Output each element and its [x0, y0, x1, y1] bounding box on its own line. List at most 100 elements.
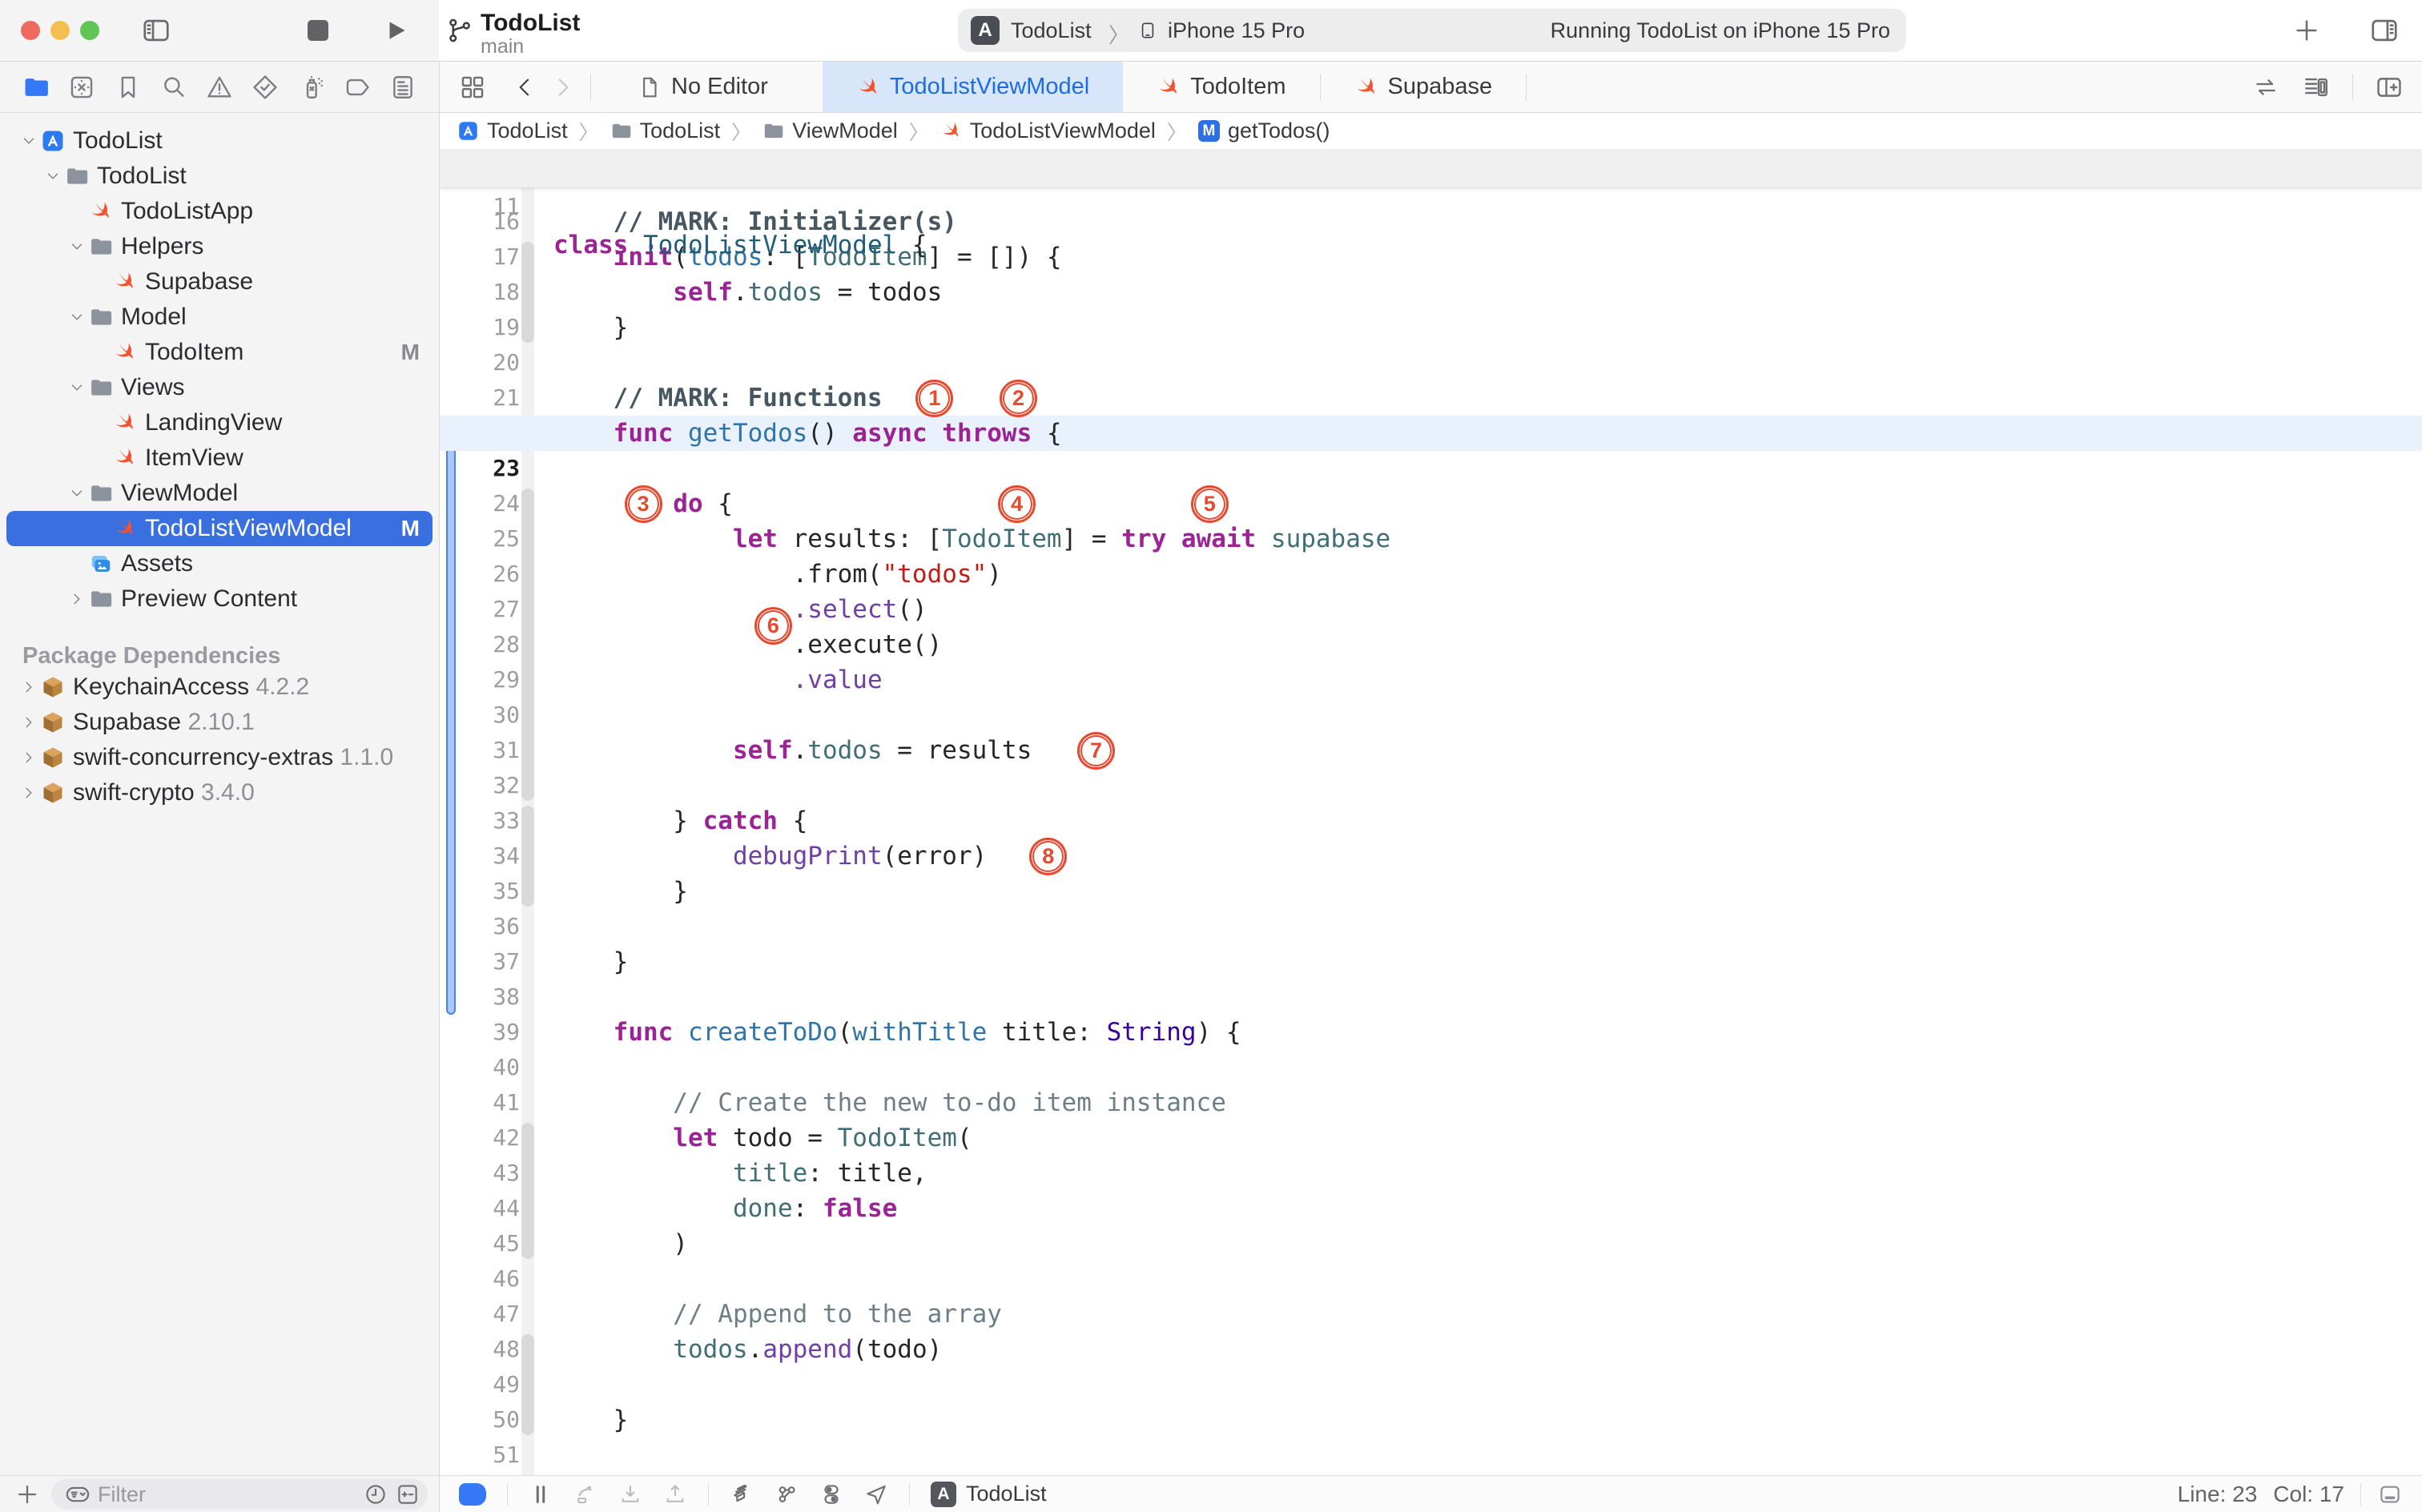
sidebar-item-Assets[interactable]: Assets [0, 546, 439, 581]
code-line-38[interactable]: 38 } [440, 944, 2422, 979]
code-line-27[interactable]: 27 .from("todos") [440, 557, 2422, 592]
zoom-window-button[interactable] [80, 21, 99, 40]
minimized-view-icon[interactable] [2377, 1482, 2403, 1506]
code-line-25[interactable]: 25 do { [440, 486, 2422, 521]
scheme-name[interactable]: TodoList [1011, 18, 1092, 43]
toggle-navigator-icon[interactable] [141, 15, 171, 46]
code-line-40[interactable]: 40 func createToDo(withTitle title: Stri… [440, 1015, 2422, 1050]
sidebar-item-TodoListViewModel[interactable]: TodoListViewModel M [0, 511, 439, 546]
code-line-19[interactable]: 19 self.todos = todos [440, 275, 2422, 310]
source-control-navigator-icon[interactable] [68, 74, 95, 101]
package-item-Supabase[interactable]: Supabase 2.10.1 [0, 705, 439, 740]
code-area[interactable]: 16 17 // MARK: Initializer(s) 18 init(to… [440, 113, 2422, 1475]
code-line-41[interactable]: 41 [440, 1050, 2422, 1085]
tab-Supabase[interactable]: Supabase [1321, 62, 1527, 112]
code-line-50[interactable]: 50 [440, 1367, 2422, 1402]
sidebar-item-TodoList[interactable]: TodoList [0, 159, 439, 194]
code-line-51[interactable]: 51 } [440, 1402, 2422, 1438]
code-line-21[interactable]: 21 [440, 345, 2422, 380]
deploy-preview-icon[interactable] [573, 1482, 597, 1506]
filter-field[interactable] [51, 1479, 428, 1510]
sidebar-item-ViewModel[interactable]: ViewModel [0, 476, 439, 511]
package-item-swift-concurrency-extras[interactable]: swift-concurrency-extras 1.1.0 [0, 740, 439, 775]
breadcrumb-item[interactable]: MgetTodos() [1198, 119, 1330, 143]
tab-TodoItem[interactable]: TodoItem [1123, 62, 1319, 112]
sidebar-item-Preview-Content[interactable]: Preview Content [0, 581, 439, 617]
code-line-43[interactable]: 43 let todo = TodoItem( [440, 1120, 2422, 1156]
code-line-28[interactable]: 28 .select() [440, 592, 2422, 627]
package-item-swift-crypto[interactable]: swift-crypto 3.4.0 [0, 775, 439, 810]
editor-options-icon[interactable] [2301, 74, 2331, 101]
disclosure-open-icon[interactable] [44, 167, 62, 185]
canvas-pause-icon[interactable] [529, 1482, 553, 1506]
code-line-47[interactable]: 47 [440, 1261, 2422, 1297]
filter-input[interactable] [96, 1482, 332, 1508]
package-item-KeychainAccess[interactable]: KeychainAccess 4.2.2 [0, 670, 439, 705]
disclosure-open-icon[interactable] [68, 379, 86, 396]
bookmarks-navigator-icon[interactable] [115, 74, 142, 101]
project-navigator-icon[interactable] [22, 74, 50, 101]
activity-status-bar[interactable]: A TodoList 〉 iPhone 15 Pro Running TodoL… [958, 9, 1906, 52]
breadcrumb-item[interactable]: TodoList [610, 119, 721, 143]
sidebar-item-TodoList[interactable]: TodoList [0, 123, 439, 159]
recents-clock-icon[interactable] [364, 1482, 388, 1506]
code-line-30[interactable]: 30 .value [440, 662, 2422, 698]
code-line-26[interactable]: 26 let results: [TodoItem] = try await s… [440, 521, 2422, 557]
hierarchy-icon[interactable] [774, 1482, 799, 1506]
code-line-29[interactable]: 29 .execute() [440, 627, 2422, 662]
toggle-inspector-icon[interactable] [2368, 15, 2401, 46]
go-forward-icon[interactable] [550, 75, 574, 99]
tests-navigator-icon[interactable] [251, 74, 279, 101]
tab-TodoListViewModel[interactable]: TodoListViewModel [823, 62, 1123, 112]
sidebar-item-TodoItem[interactable]: TodoItem M [0, 335, 439, 370]
sidebar-item-LandingView[interactable]: LandingView [0, 405, 439, 440]
tab-no-editor[interactable]: No Editor [604, 62, 802, 112]
editor-only-layout-button[interactable] [459, 1483, 486, 1506]
minimize-window-button[interactable] [50, 21, 70, 40]
close-window-button[interactable] [21, 21, 40, 40]
code-line-20[interactable]: 20 } [440, 310, 2422, 345]
code-line-22[interactable]: 22 // MARK: Functions [440, 380, 2422, 416]
disclosure-closed-icon[interactable] [20, 678, 38, 696]
code-line-48[interactable]: 48 // Append to the array [440, 1297, 2422, 1332]
push-changes-icon[interactable] [663, 1482, 687, 1506]
disclosure-closed-icon[interactable] [20, 749, 38, 766]
pull-changes-icon[interactable] [618, 1482, 642, 1506]
code-line-37[interactable]: 37 [440, 909, 2422, 944]
find-navigator-icon[interactable] [160, 74, 187, 101]
sidebar-item-TodoListApp[interactable]: TodoListApp [0, 194, 439, 229]
breakpoints-navigator-icon[interactable] [344, 74, 371, 101]
disclosure-closed-icon[interactable] [68, 590, 86, 608]
sidebar-item-Supabase[interactable]: Supabase [0, 264, 439, 300]
reports-navigator-icon[interactable] [389, 74, 416, 101]
code-line-33[interactable]: 33 [440, 768, 2422, 803]
code-line-35[interactable]: 35 debugPrint(error) [440, 838, 2422, 874]
sidebar-item-Model[interactable]: Model [0, 300, 439, 335]
code-line-42[interactable]: 42 // Create the new to-do item instance [440, 1085, 2422, 1120]
stacked-pages-icon[interactable] [730, 1482, 754, 1506]
run-button[interactable] [383, 17, 410, 44]
disclosure-closed-icon[interactable] [20, 784, 38, 802]
breadcrumb-item[interactable]: TodoListViewModel [940, 119, 1156, 143]
sidebar-item-Helpers[interactable]: Helpers [0, 229, 439, 264]
filter-menu-icon[interactable] [59, 1482, 96, 1506]
add-editor-icon[interactable] [2374, 74, 2404, 101]
disclosure-open-icon[interactable] [68, 238, 86, 255]
tab-overview-icon[interactable] [459, 74, 486, 101]
code-line-32[interactable]: 32 self.todos = results [440, 733, 2422, 768]
code-line-49[interactable]: 49 todos.append(todo) [440, 1332, 2422, 1367]
disclosure-open-icon[interactable] [68, 308, 86, 326]
disclosure-open-icon[interactable] [20, 132, 38, 150]
locate-icon[interactable] [864, 1482, 888, 1506]
code-line-31[interactable]: 31 [440, 698, 2422, 733]
sidebar-item-Views[interactable]: Views [0, 370, 439, 405]
code-line-52[interactable]: 52 [440, 1438, 2422, 1473]
debug-navigator-icon[interactable] [298, 74, 325, 101]
breadcrumb-item[interactable]: ViewModel [762, 119, 898, 143]
variants-toggle-icon[interactable] [819, 1482, 843, 1506]
issues-navigator-icon[interactable] [206, 74, 233, 101]
running-app-indicator[interactable]: A TodoList [931, 1482, 1047, 1507]
code-line-24[interactable]: 24 [440, 451, 2422, 486]
code-line-45[interactable]: 45 done: false [440, 1191, 2422, 1226]
go-back-icon[interactable] [513, 75, 537, 99]
